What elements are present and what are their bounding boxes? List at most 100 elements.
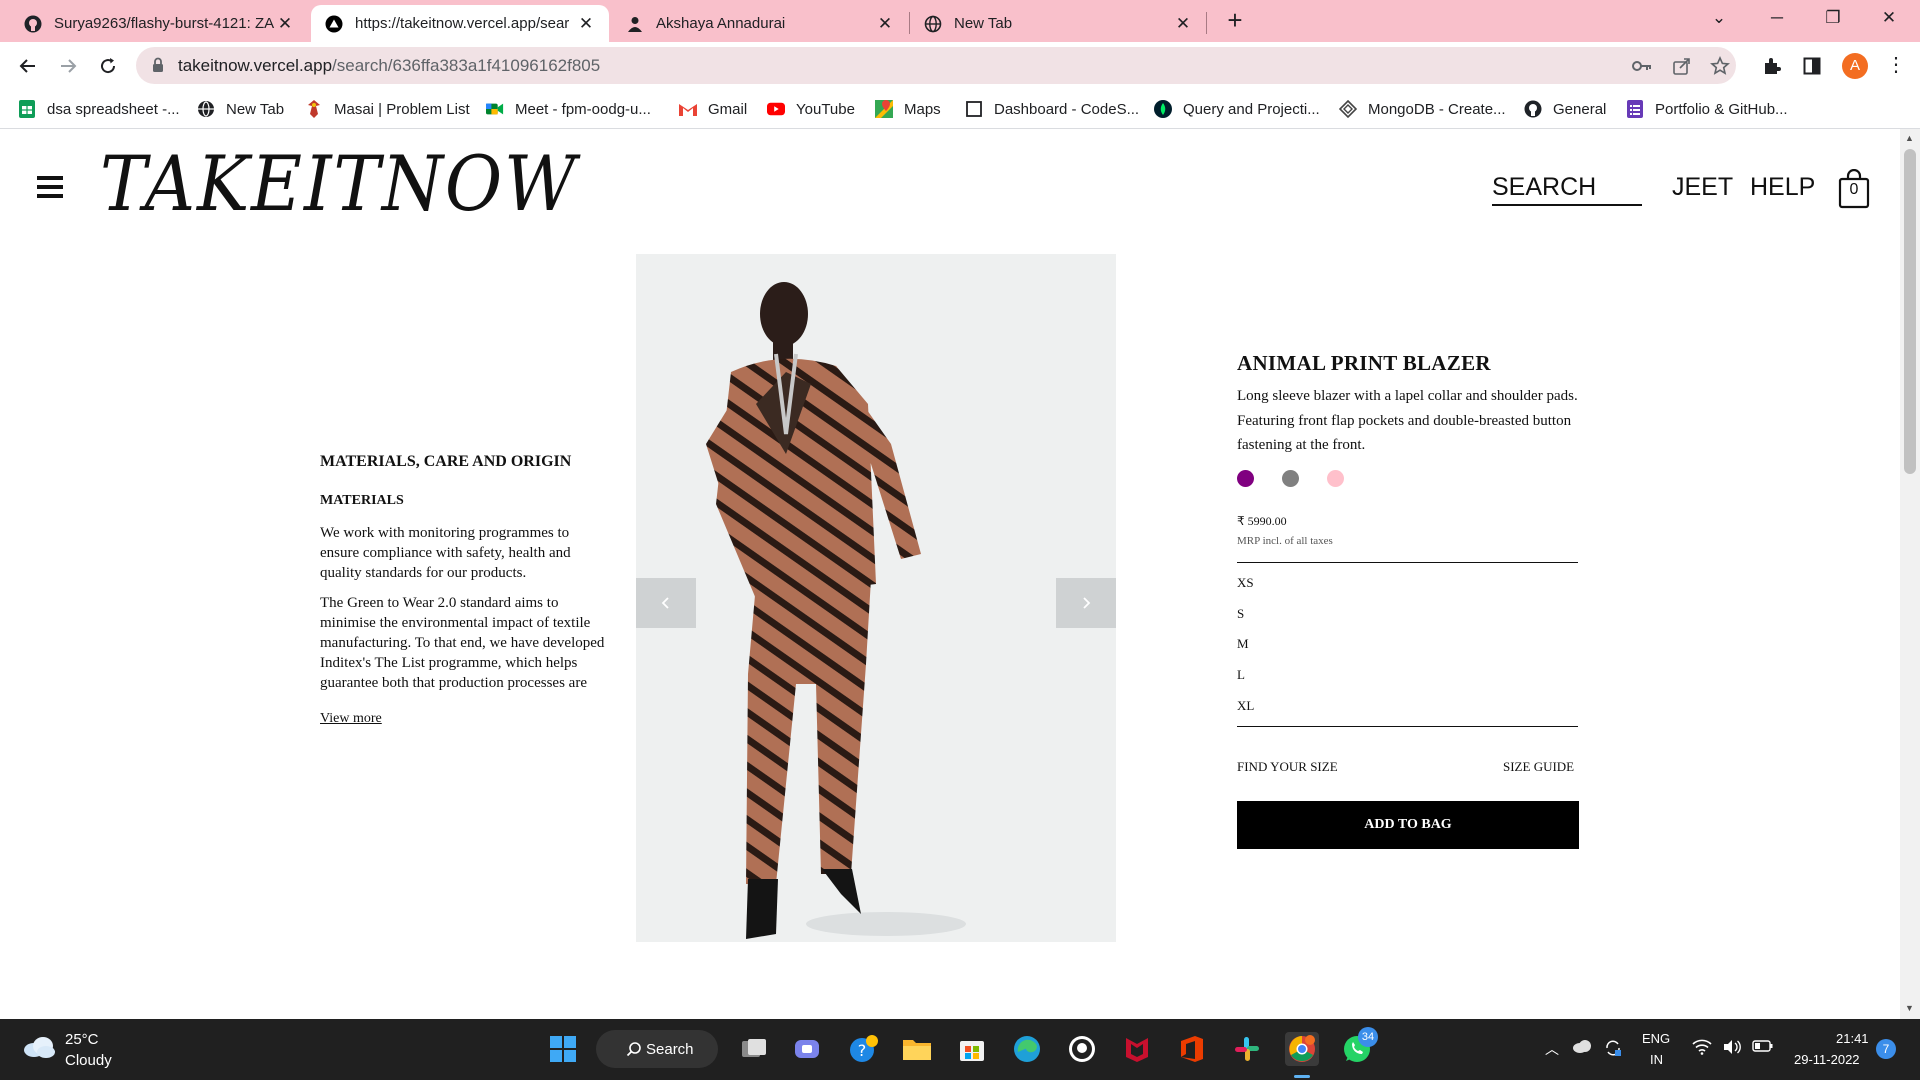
sync-icon[interactable] — [1604, 1039, 1622, 1060]
microsoft-store-icon[interactable] — [955, 1032, 989, 1066]
office-icon[interactable] — [1175, 1032, 1209, 1066]
browser-tab[interactable]: New Tab ✕ — [910, 5, 1206, 42]
weather-condition[interactable]: Cloudy — [65, 1052, 112, 1069]
edge-browser-icon[interactable] — [1010, 1032, 1044, 1066]
materials-paragraph: The Green to Wear 2.0 standard aims to m… — [320, 595, 605, 696]
url-text: takeitnow.vercel.app/search/636ffa383a1f… — [178, 56, 600, 76]
hamburger-menu-icon[interactable] — [37, 176, 63, 198]
scroll-up-arrow-icon[interactable]: ▲ — [1905, 133, 1914, 143]
battery-icon[interactable] — [1752, 1039, 1774, 1056]
github-desktop-icon[interactable] — [1065, 1032, 1099, 1066]
side-panel-icon[interactable] — [1800, 54, 1824, 78]
color-swatch-purple[interactable] — [1237, 470, 1254, 487]
reload-icon[interactable] — [94, 52, 122, 80]
key-icon[interactable] — [1632, 56, 1652, 76]
taskbar-time[interactable]: 21:41 — [1836, 1031, 1869, 1046]
back-icon[interactable] — [14, 52, 42, 80]
star-icon[interactable] — [1710, 56, 1730, 76]
active-app-indicator — [1294, 1075, 1310, 1078]
size-option-s[interactable]: S — [1237, 606, 1244, 622]
windows-start-icon[interactable] — [546, 1032, 580, 1066]
taskbar-date[interactable]: 29-11-2022 — [1794, 1052, 1860, 1067]
share-icon[interactable] — [1672, 56, 1692, 76]
wifi-icon[interactable] — [1692, 1039, 1712, 1058]
view-more-link[interactable]: View more — [320, 711, 382, 726]
language-indicator[interactable]: ENG — [1642, 1031, 1670, 1046]
chrome-icon[interactable] — [1285, 1032, 1319, 1066]
taskbar-search[interactable]: Search — [596, 1030, 718, 1068]
weather-temperature[interactable]: 25°C — [65, 1031, 99, 1048]
scroll-down-arrow-icon[interactable]: ▼ — [1905, 1003, 1914, 1013]
bookmark-item[interactable]: General — [1524, 98, 1606, 120]
materials-subheading: MATERIALS — [320, 493, 404, 508]
site-logo[interactable]: TAKEITNOW — [100, 139, 578, 228]
notification-count-badge[interactable]: 7 — [1876, 1039, 1896, 1059]
color-swatch-grey[interactable] — [1282, 470, 1299, 487]
cloud-icon[interactable] — [22, 1035, 56, 1064]
nav-user-link[interactable]: JEET — [1672, 173, 1733, 202]
nav-help-link[interactable]: HELP — [1750, 173, 1815, 202]
mcafee-icon[interactable] — [1120, 1032, 1154, 1066]
close-icon[interactable]: ✕ — [276, 14, 294, 34]
browser-tab[interactable]: Akshaya Annadurai ✕ — [612, 5, 908, 42]
bookmark-label: Dashboard - CodeS... — [994, 100, 1140, 118]
bookmark-item[interactable]: Query and Projecti... — [1154, 98, 1320, 120]
get-help-icon[interactable]: ? — [846, 1032, 880, 1066]
region-indicator[interactable]: IN — [1650, 1052, 1663, 1067]
add-to-bag-button[interactable]: ADD TO BAG — [1237, 801, 1579, 849]
color-swatches — [1237, 470, 1357, 488]
profile-avatar[interactable]: A — [1842, 53, 1868, 79]
onedrive-cloud-icon[interactable] — [1572, 1039, 1592, 1056]
close-icon[interactable]: ✕ — [577, 14, 595, 34]
find-your-size-link[interactable]: FIND YOUR SIZE — [1237, 759, 1338, 775]
bookmark-item[interactable]: New Tab — [197, 98, 284, 120]
product-price: ₹ 5990.00 — [1237, 514, 1287, 528]
teams-chat-icon[interactable] — [790, 1032, 824, 1066]
restore-icon[interactable]: ❐ — [1820, 8, 1846, 34]
file-explorer-icon[interactable] — [900, 1032, 934, 1066]
bookmark-item[interactable]: Maps — [875, 98, 941, 120]
lock-icon[interactable] — [152, 57, 164, 78]
close-icon[interactable]: ✕ — [876, 14, 894, 34]
bookmark-item[interactable]: Gmail — [679, 98, 747, 120]
task-view-icon[interactable] — [737, 1032, 771, 1066]
chevron-up-icon[interactable]: ︿ — [1545, 1039, 1559, 1059]
bookmark-item[interactable]: Portfolio & GitHub... — [1626, 98, 1788, 120]
close-icon[interactable]: ✕ — [1174, 14, 1192, 34]
forward-icon[interactable] — [54, 52, 82, 80]
close-window-icon[interactable]: ✕ — [1876, 8, 1902, 34]
more-menu-icon[interactable]: ⋮ — [1886, 53, 1906, 79]
extensions-icon[interactable] — [1760, 54, 1784, 78]
bookmark-item[interactable]: Masai | Problem List — [305, 98, 470, 120]
size-option-m[interactable]: M — [1237, 636, 1249, 652]
browser-tab-active[interactable]: https://takeitnow.vercel.app/sear ✕ — [311, 5, 609, 42]
nav-search-link[interactable]: SEARCH — [1492, 173, 1642, 206]
browser-tab[interactable]: Surya9263/flashy-burst-4121: ZA ✕ — [10, 5, 308, 42]
slack-icon[interactable] — [1230, 1032, 1264, 1066]
address-bar[interactable]: takeitnow.vercel.app/search/636ffa383a1f… — [136, 47, 1736, 84]
bookmark-item[interactable]: Meet - fpm-oodg-u... — [486, 98, 651, 120]
windows-taskbar: 25°C Cloudy Search ? 34 ︿ ENG IN 21:41 2… — [0, 1019, 1920, 1080]
tab-search-icon[interactable]: ⌄ — [1706, 8, 1732, 34]
size-guide-link[interactable]: SIZE GUIDE — [1503, 759, 1574, 775]
bookmark-item[interactable]: dsa spreadsheet -... — [18, 98, 180, 120]
bookmark-label: YouTube — [796, 100, 855, 118]
person-icon — [626, 15, 644, 33]
size-option-xl[interactable]: XL — [1237, 698, 1254, 714]
volume-icon[interactable] — [1722, 1039, 1742, 1058]
bookmark-item[interactable]: Dashboard - CodeS... — [965, 98, 1139, 120]
minimize-icon[interactable]: ─ — [1764, 8, 1790, 34]
new-tab-button[interactable]: + — [1222, 7, 1248, 35]
bookmark-item[interactable]: YouTube — [767, 98, 855, 120]
carousel-next-button[interactable] — [1056, 578, 1116, 628]
color-swatch-pink[interactable] — [1327, 470, 1344, 487]
bookmark-item[interactable]: MongoDB - Create... — [1339, 98, 1506, 120]
tab-title: New Tab — [954, 15, 1013, 32]
scrollbar-thumb[interactable] — [1904, 149, 1916, 474]
materials-paragraph: We work with monitoring programmes to en… — [320, 525, 571, 581]
page-scrollbar[interactable]: ▲ ▼ — [1900, 129, 1920, 1019]
shopping-bag-button[interactable]: 0 — [1838, 168, 1870, 209]
carousel-prev-button[interactable] — [636, 578, 696, 628]
size-option-xs[interactable]: XS — [1237, 575, 1254, 591]
size-option-l[interactable]: L — [1237, 667, 1245, 683]
